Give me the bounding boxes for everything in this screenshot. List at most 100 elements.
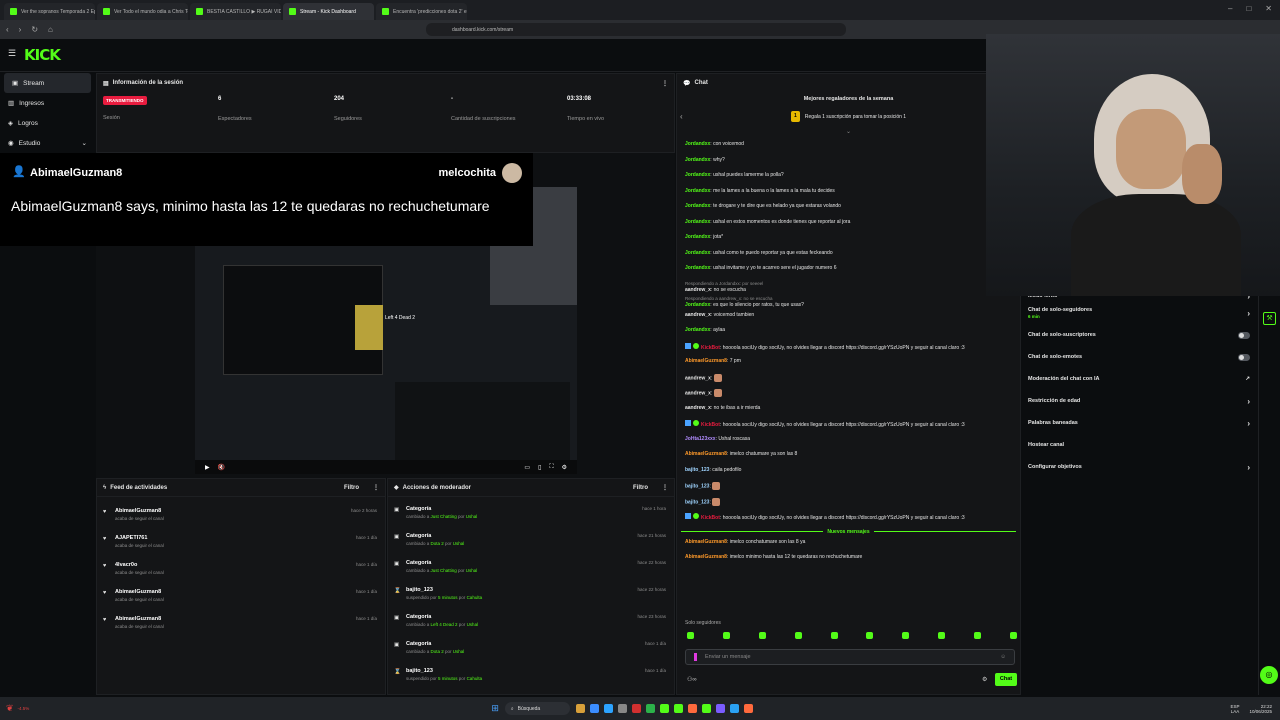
activity-icon: ϟ bbox=[103, 484, 107, 491]
taskbar-app-icon[interactable] bbox=[631, 704, 641, 713]
chat-input[interactable]: Enviar un mensaje ☺ bbox=[685, 649, 1015, 665]
mod-filter-button[interactable]: Filtro bbox=[633, 485, 648, 491]
taskbar-app-icon[interactable] bbox=[575, 704, 585, 713]
more-options-icon[interactable]: ⋮ bbox=[373, 484, 379, 491]
overlay-message: AbimaelGuzman8 says, minimo hasta las 12… bbox=[11, 198, 490, 214]
chat-setting-item[interactable]: Palabras baneadas › bbox=[1022, 412, 1256, 434]
taskbar-app-icon[interactable] bbox=[603, 704, 613, 713]
collapse-icon[interactable]: ⌄ bbox=[677, 128, 1020, 135]
person-hand bbox=[1182, 144, 1222, 204]
maximize-icon[interactable]: □ bbox=[1246, 4, 1251, 13]
hourglass-icon: ⌛ bbox=[394, 669, 401, 675]
taskbar-app-icon[interactable] bbox=[729, 704, 739, 713]
chat-settings-icon[interactable]: ⚙ bbox=[982, 676, 987, 683]
back-icon[interactable]: ‹ bbox=[6, 25, 9, 34]
followers-only-label: Solo seguidores bbox=[685, 620, 721, 626]
sidebar-item-ingresos[interactable]: ▥ Ingresos bbox=[0, 93, 95, 113]
taskbar-app-icon[interactable] bbox=[743, 704, 753, 713]
chevron-right-icon: › bbox=[1247, 418, 1250, 428]
mute-icon[interactable]: 🔇 bbox=[218, 464, 225, 471]
person-body bbox=[1071, 194, 1241, 296]
money-icon: ▥ bbox=[8, 100, 15, 107]
more-options-icon[interactable]: ⋮ bbox=[662, 80, 668, 87]
browser-tab[interactable]: Ver Todo el mundo odia a Chris Tem bbox=[97, 3, 188, 20]
emote-icon[interactable] bbox=[758, 632, 766, 639]
gift-sub-cta[interactable]: Regala 1 suscripción para tomar la posic… bbox=[805, 114, 906, 120]
emote-icon[interactable] bbox=[722, 632, 730, 639]
chat-setting-item[interactable]: Chat de solo-seguidores 6 min › bbox=[1022, 302, 1256, 324]
emote-icon bbox=[713, 389, 722, 397]
minimize-icon[interactable]: – bbox=[1228, 4, 1232, 13]
mod-action-item: ▣ Categoría cambiado a Just Chatting por U… bbox=[394, 560, 666, 573]
emote-icon[interactable] bbox=[687, 632, 694, 639]
emoji-icon[interactable]: ☺ bbox=[1000, 654, 1006, 660]
kick-assistant-icon[interactable]: ◎ bbox=[1260, 666, 1278, 684]
emote-icon[interactable] bbox=[974, 632, 981, 639]
broadcast-icon: ▣ bbox=[12, 80, 19, 87]
chat-setting-item[interactable]: Configurar objetivos › bbox=[1022, 456, 1256, 478]
emote-icon[interactable] bbox=[794, 632, 802, 639]
reload-icon[interactable]: ↻ bbox=[31, 25, 38, 34]
taskbar-app-icon[interactable] bbox=[659, 704, 669, 713]
send-chat-button[interactable]: Chat bbox=[995, 673, 1017, 686]
browser-tab[interactable]: Stream - Kick Dashboard bbox=[283, 3, 374, 20]
home-icon[interactable]: ⌂ bbox=[48, 25, 53, 34]
points-icon[interactable]: ⚇∞ bbox=[687, 676, 697, 683]
chat-setting-item[interactable]: Chat de solo-emotes bbox=[1022, 346, 1256, 368]
mod-action-item: ▣ Categoría cambiado a Dota 2 por Ushal hac… bbox=[394, 641, 666, 654]
chat-setting-item[interactable]: Hostear canal bbox=[1022, 434, 1256, 456]
kick-logo[interactable]: KICK bbox=[24, 46, 61, 64]
chat-setting-item[interactable]: Moderación del chat con IA ↗ bbox=[1022, 368, 1256, 390]
chevron-right-icon: › bbox=[1247, 396, 1250, 406]
taskbar-app-icon[interactable] bbox=[645, 704, 655, 713]
emote-icon[interactable] bbox=[866, 632, 874, 639]
chat-message: AbimaelGuzman8: imelco minimo hasta las … bbox=[685, 554, 863, 560]
wrench-icon[interactable]: ⚒ bbox=[1263, 312, 1276, 325]
more-options-icon[interactable]: ⋮ bbox=[662, 484, 668, 491]
rank-one-badge: 1 bbox=[790, 111, 800, 122]
chat-message: AbimaelGuzman8: imelco chatumare ya son … bbox=[685, 451, 798, 457]
info-icon: ▤ bbox=[103, 80, 109, 87]
bot-badge-icon bbox=[685, 342, 691, 349]
theater-icon[interactable]: ▯ bbox=[538, 464, 541, 471]
browser-tab[interactable]: BESTIA CASTILLO ▶ RUGAI VIDEOS bbox=[190, 3, 281, 20]
browser-tab[interactable]: Ver the sopranos Temporada 2 Episo bbox=[4, 3, 95, 20]
taskbar-app-icon[interactable] bbox=[715, 704, 725, 713]
activity-filter-button[interactable]: Filtro bbox=[344, 485, 359, 491]
taskbar-app-icon[interactable] bbox=[701, 704, 711, 713]
chat-message: Respondiendo a aandrew_x: no se escucha J… bbox=[685, 296, 804, 308]
taskbar-app-icon[interactable] bbox=[589, 704, 599, 713]
toggle-switch[interactable] bbox=[1238, 353, 1250, 361]
chat-message: bajito_123: bbox=[677, 496, 1020, 512]
sidebar-item-logros[interactable]: ◈ Logros bbox=[0, 113, 95, 133]
chat-setting-item[interactable]: Chat de solo-suscriptores bbox=[1022, 324, 1256, 346]
language-indicator[interactable]: ESP LAA bbox=[1230, 704, 1239, 714]
chat-message: KickBot: hoooola sociUy digo sociUy, no … bbox=[677, 511, 1020, 527]
pip-icon[interactable]: ▭ bbox=[524, 464, 530, 471]
taskbar-app-icon[interactable] bbox=[687, 704, 697, 713]
sidebar-item-stream[interactable]: ▣ Stream bbox=[4, 73, 91, 93]
taskbar-app-icon[interactable] bbox=[673, 704, 683, 713]
menu-icon[interactable]: ☰ bbox=[8, 48, 16, 59]
settings-icon[interactable]: ⚙ bbox=[562, 464, 567, 471]
sidebar-item-estudio[interactable]: ◉ Estudio ⌄ bbox=[0, 133, 95, 153]
taskbar-search[interactable]: ⌕ Búsqueda bbox=[504, 702, 570, 715]
chat-setting-item[interactable]: Restricción de edad › bbox=[1022, 390, 1256, 412]
forward-icon[interactable]: › bbox=[19, 25, 22, 34]
chat-message: Jordandxx: jota* bbox=[685, 234, 724, 240]
play-icon[interactable]: ▶ bbox=[205, 464, 210, 471]
emote-icon[interactable] bbox=[830, 632, 838, 639]
fullscreen-icon[interactable]: ⛶ bbox=[549, 464, 553, 471]
emote-icon[interactable] bbox=[938, 632, 946, 639]
browser-tab[interactable]: Encuentra 'predicciones dota 2' en T bbox=[376, 3, 467, 20]
close-icon[interactable]: ✕ bbox=[1265, 4, 1272, 13]
taskbar-app-icon[interactable] bbox=[617, 704, 627, 713]
windows-start-icon[interactable]: ⊞ bbox=[491, 703, 499, 714]
session-panel: ▤ Información de la sesión ⋮ TRANSMITIENDO… bbox=[96, 73, 675, 153]
emote-icon[interactable] bbox=[1009, 632, 1017, 639]
chevron-left-icon[interactable]: ‹ bbox=[680, 112, 683, 121]
url-field[interactable]: dashboard.kick.com/stream bbox=[426, 23, 846, 36]
weather-icon: ❦ bbox=[6, 703, 14, 713]
toggle-switch[interactable] bbox=[1238, 331, 1250, 339]
emote-icon[interactable] bbox=[902, 632, 910, 639]
